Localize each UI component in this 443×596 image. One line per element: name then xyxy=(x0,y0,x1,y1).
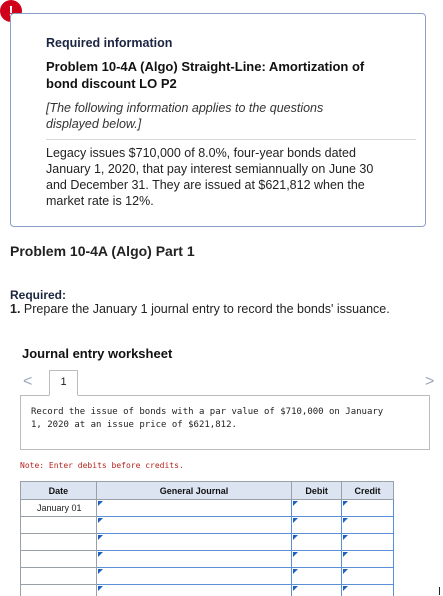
credit-input[interactable] xyxy=(341,533,394,551)
dropdown-indicator-icon xyxy=(97,552,103,557)
credit-input[interactable] xyxy=(341,584,394,596)
table-row xyxy=(20,550,394,568)
dropdown-indicator-icon xyxy=(343,518,349,523)
credit-input[interactable] xyxy=(341,567,394,585)
table-row xyxy=(20,567,394,585)
worksheet-tab-1[interactable]: 1 xyxy=(49,370,78,396)
dropdown-indicator-icon xyxy=(97,501,103,506)
debit-input[interactable] xyxy=(291,533,343,551)
credit-input[interactable] xyxy=(341,499,394,517)
task-panel: Record the issue of bonds with a par val… xyxy=(20,395,430,450)
applies-note: [The following information applies to th… xyxy=(46,101,324,131)
credit-input[interactable] xyxy=(341,550,394,568)
date-cell xyxy=(20,550,97,568)
date-cell xyxy=(20,584,97,596)
date-cell xyxy=(20,533,97,551)
required-item: 1. Prepare the January 1 journal entry t… xyxy=(10,302,390,316)
account-input[interactable] xyxy=(95,567,293,585)
dropdown-indicator-icon xyxy=(293,535,299,540)
journal-header-row: Date General Journal Debit Credit xyxy=(20,481,394,500)
chevron-left-icon[interactable]: < xyxy=(23,373,32,391)
dropdown-indicator-icon xyxy=(97,518,103,523)
task-description: Record the issue of bonds with a par val… xyxy=(31,407,384,430)
debit-input[interactable] xyxy=(291,499,343,517)
dropdown-indicator-icon xyxy=(293,518,299,523)
dropdown-indicator-icon xyxy=(97,569,103,574)
dropdown-indicator-icon xyxy=(343,569,349,574)
dropdown-indicator-icon xyxy=(343,501,349,506)
account-input[interactable] xyxy=(95,584,293,596)
required-item-text: Prepare the January 1 journal entry to r… xyxy=(23,302,390,316)
table-row: January 01 xyxy=(20,499,394,517)
account-input[interactable] xyxy=(95,533,293,551)
date-column-header: Date xyxy=(20,481,97,500)
table-row xyxy=(20,516,394,534)
required-label: Required: xyxy=(10,288,67,302)
required-information-heading: Required information xyxy=(46,36,173,50)
required-item-number: 1. xyxy=(10,302,21,316)
problem-title: Problem 10-4A (Algo) Straight-Line: Amor… xyxy=(46,59,365,91)
date-cell: January 01 xyxy=(20,499,97,517)
journal-table: Date General Journal Debit Credit Januar… xyxy=(20,481,394,596)
table-row xyxy=(20,584,394,596)
account-input[interactable] xyxy=(95,499,293,517)
account-input[interactable] xyxy=(95,550,293,568)
credit-input[interactable] xyxy=(341,516,394,534)
general-journal-column-header: General Journal xyxy=(95,481,293,500)
debit-input[interactable] xyxy=(291,550,343,568)
debit-input[interactable] xyxy=(291,516,343,534)
divider xyxy=(46,139,416,140)
credit-column-header: Credit xyxy=(341,481,394,500)
dropdown-indicator-icon xyxy=(343,535,349,540)
debit-input[interactable] xyxy=(291,584,343,596)
dropdown-indicator-icon xyxy=(343,586,349,591)
dropdown-indicator-icon xyxy=(97,535,103,540)
text-cursor xyxy=(439,587,440,595)
dropdown-indicator-icon xyxy=(343,552,349,557)
table-row xyxy=(20,533,394,551)
debit-column-header: Debit xyxy=(291,481,343,500)
dropdown-indicator-icon xyxy=(97,586,103,591)
dropdown-indicator-icon xyxy=(293,501,299,506)
date-cell xyxy=(20,516,97,534)
debit-input[interactable] xyxy=(291,567,343,585)
worksheet-title: Journal entry worksheet xyxy=(22,346,173,361)
dropdown-indicator-icon xyxy=(293,569,299,574)
part-title: Problem 10-4A (Algo) Part 1 xyxy=(10,243,195,259)
account-input[interactable] xyxy=(95,516,293,534)
chevron-right-icon[interactable]: > xyxy=(425,373,434,391)
debits-note: Note: Enter debits before credits. xyxy=(20,461,184,470)
problem-description: Legacy issues $710,000 of 8.0%, four-yea… xyxy=(46,146,374,208)
required-information-panel: Required information Problem 10-4A (Algo… xyxy=(10,13,426,227)
dropdown-indicator-icon xyxy=(293,552,299,557)
dropdown-indicator-icon xyxy=(293,586,299,591)
date-cell xyxy=(20,567,97,585)
